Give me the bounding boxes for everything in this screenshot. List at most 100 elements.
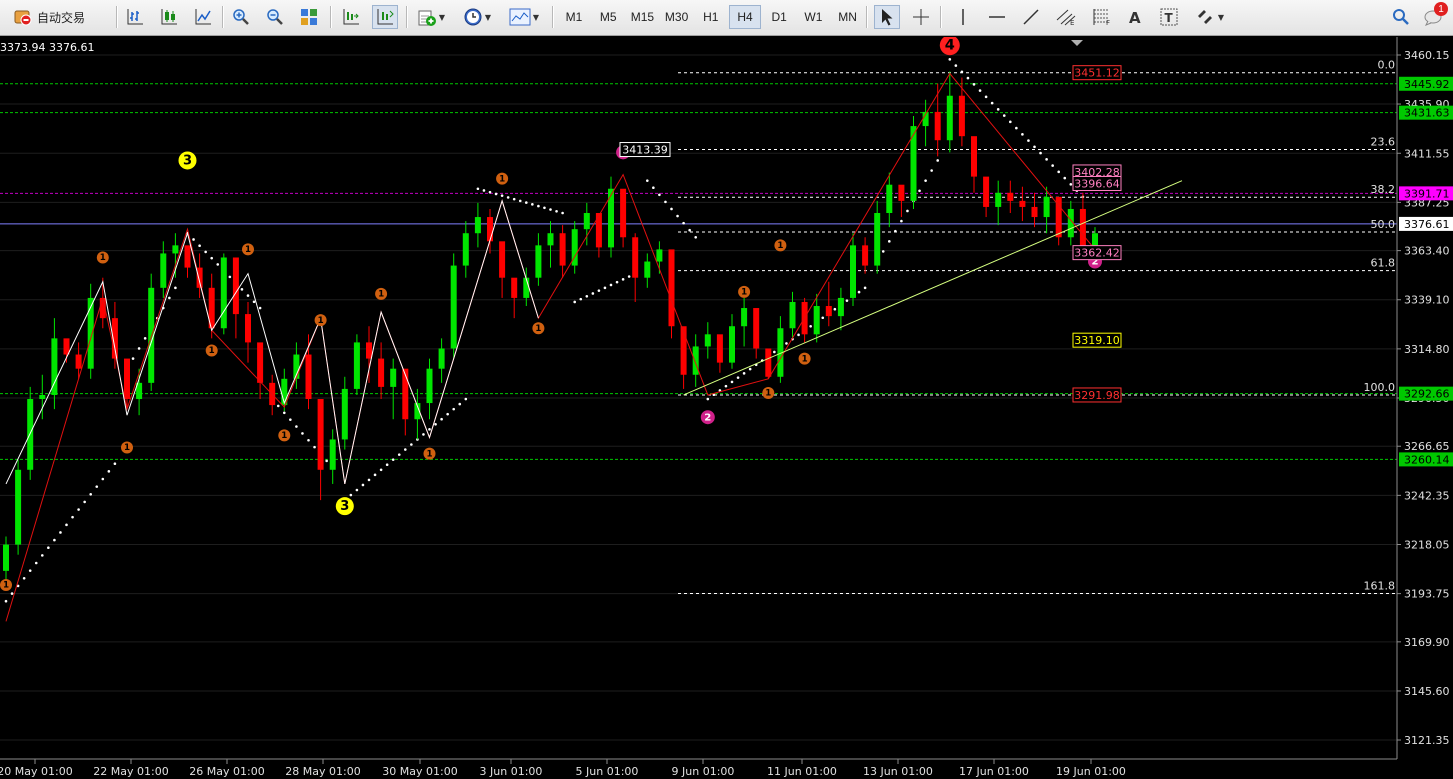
crosshair-tool-button[interactable] xyxy=(908,5,934,29)
candle-body xyxy=(438,348,445,369)
horizontal-line-icon xyxy=(989,16,1005,18)
chevron-down-icon: ▼ xyxy=(1217,12,1225,22)
psar-dot xyxy=(34,561,38,565)
candle-body xyxy=(1007,192,1014,201)
candlestick-chart-button[interactable] xyxy=(156,5,182,29)
price-chart[interactable]: 0.023.638.250.061.8100.0161.8 4332221111… xyxy=(0,37,1453,779)
timeframe-m5-button[interactable]: M5 xyxy=(592,5,624,29)
y-tick-label: 3193.75 xyxy=(1404,588,1450,601)
psar-dot xyxy=(440,417,443,421)
candle-body xyxy=(487,217,493,242)
x-tick-label: 17 Jun 01:00 xyxy=(959,765,1029,778)
psar-dot xyxy=(621,278,625,281)
psar-dot xyxy=(555,209,558,213)
candle-body xyxy=(1079,208,1086,248)
horizontal-line-tool-button[interactable] xyxy=(984,5,1010,29)
timeframe-m15-button[interactable]: M15 xyxy=(626,5,658,29)
psar-dot xyxy=(428,428,431,431)
level-box-label: 3451.12 xyxy=(1074,67,1120,80)
psar-dot xyxy=(10,592,14,595)
bar-chart-button[interactable] xyxy=(122,5,148,29)
timeframe-h1-button[interactable]: H1 xyxy=(695,5,727,29)
psar-dot xyxy=(325,459,328,463)
notifications-button[interactable]: 1 xyxy=(1420,2,1450,29)
wave-marker-label: 1 xyxy=(318,316,324,326)
tile-windows-button[interactable] xyxy=(296,5,322,29)
fib-level-label: 50.0 xyxy=(1371,218,1396,231)
auto-scroll-button[interactable] xyxy=(372,5,398,29)
psar-dot xyxy=(1002,114,1006,117)
psar-dot xyxy=(446,412,449,416)
wave-marker-label: 1 xyxy=(281,431,287,441)
quote-readout: 3373.94 3376.61 xyxy=(0,41,94,54)
psar-dot xyxy=(863,286,867,290)
x-tick-label: 11 Jun 01:00 xyxy=(767,765,837,778)
psar-dot xyxy=(730,380,734,384)
templates-dropdown[interactable]: ▼ xyxy=(504,5,544,29)
y-tick-label: 3460.15 xyxy=(1404,49,1450,62)
candle-body xyxy=(716,334,723,363)
periodicity-dropdown[interactable]: ▼ xyxy=(458,5,496,29)
line-chart-button[interactable] xyxy=(190,5,216,29)
tile-windows-icon xyxy=(301,9,317,25)
psar-dot xyxy=(646,179,649,182)
zoom-out-button[interactable] xyxy=(262,5,288,29)
psar-dot xyxy=(688,228,691,232)
psar-dot xyxy=(379,468,383,472)
psar-dot xyxy=(603,286,607,290)
psar-dot xyxy=(627,275,631,278)
zoom-in-button[interactable] xyxy=(228,5,254,29)
candle-body xyxy=(656,249,663,262)
candle-body xyxy=(378,358,385,387)
text-label-tool-button[interactable]: T xyxy=(1156,5,1182,29)
toolbar-overflow-handle[interactable] xyxy=(0,5,6,29)
timeframe-m30-button[interactable]: M30 xyxy=(661,5,693,29)
cursor-tool-button[interactable] xyxy=(874,5,900,29)
autotrading-button[interactable]: 自动交易 xyxy=(14,5,110,29)
psar-dot xyxy=(706,397,710,401)
indicators-dropdown[interactable]: ▼ xyxy=(412,5,450,29)
candle-body xyxy=(366,342,372,359)
clock-icon xyxy=(464,8,482,26)
psar-dot xyxy=(1069,183,1073,186)
timeframe-w1-button[interactable]: W1 xyxy=(797,5,829,29)
psar-dot xyxy=(216,263,220,266)
timeframe-mn-button[interactable]: MN xyxy=(832,5,864,29)
notification-badge: 1 xyxy=(1434,2,1448,16)
psar-dot xyxy=(543,206,546,210)
text-icon: A xyxy=(1129,9,1141,26)
psar-dot xyxy=(561,211,564,215)
timeframe-d1-button[interactable]: D1 xyxy=(763,5,795,29)
candle-body xyxy=(559,233,566,266)
psar-dot xyxy=(906,209,909,213)
candle-body xyxy=(184,245,191,268)
vertical-line-tool-button[interactable] xyxy=(950,5,976,29)
price-tag-label: 3431.63 xyxy=(1404,107,1450,120)
y-tick-label: 3169.90 xyxy=(1404,636,1450,649)
x-tick-label: 22 May 01:00 xyxy=(93,765,168,778)
chart-shift-icon xyxy=(343,9,359,25)
psar-dot xyxy=(821,316,825,320)
wave-marker-label: 1 xyxy=(741,288,747,298)
candle-body xyxy=(341,388,348,440)
fibonacci-tool-button[interactable]: F xyxy=(1088,5,1116,29)
trendline-tool-button[interactable] xyxy=(1018,5,1044,29)
candle-body xyxy=(474,217,481,234)
text-tool-button[interactable]: A xyxy=(1122,5,1148,29)
arrows-dropdown[interactable]: ▼ xyxy=(1190,5,1230,29)
price-tag-label: 3292.66 xyxy=(1404,388,1450,401)
psar-dot xyxy=(204,250,207,254)
psar-dot xyxy=(894,229,897,233)
chart-shift-button[interactable] xyxy=(338,5,364,29)
candle-body xyxy=(946,95,953,141)
timeframe-m1-button[interactable]: M1 xyxy=(558,5,590,29)
candle-body xyxy=(3,544,9,571)
y-tick-label: 3266.65 xyxy=(1404,440,1450,453)
equidistant-channel-tool-button[interactable]: E xyxy=(1052,5,1080,29)
wave-marker-label: 1 xyxy=(777,241,783,251)
psar-dot xyxy=(258,306,262,310)
zoom-in-icon xyxy=(233,9,249,25)
timeframe-h4-button[interactable]: H4 xyxy=(729,5,761,29)
autotrading-icon xyxy=(14,8,32,26)
search-button[interactable] xyxy=(1388,5,1414,29)
